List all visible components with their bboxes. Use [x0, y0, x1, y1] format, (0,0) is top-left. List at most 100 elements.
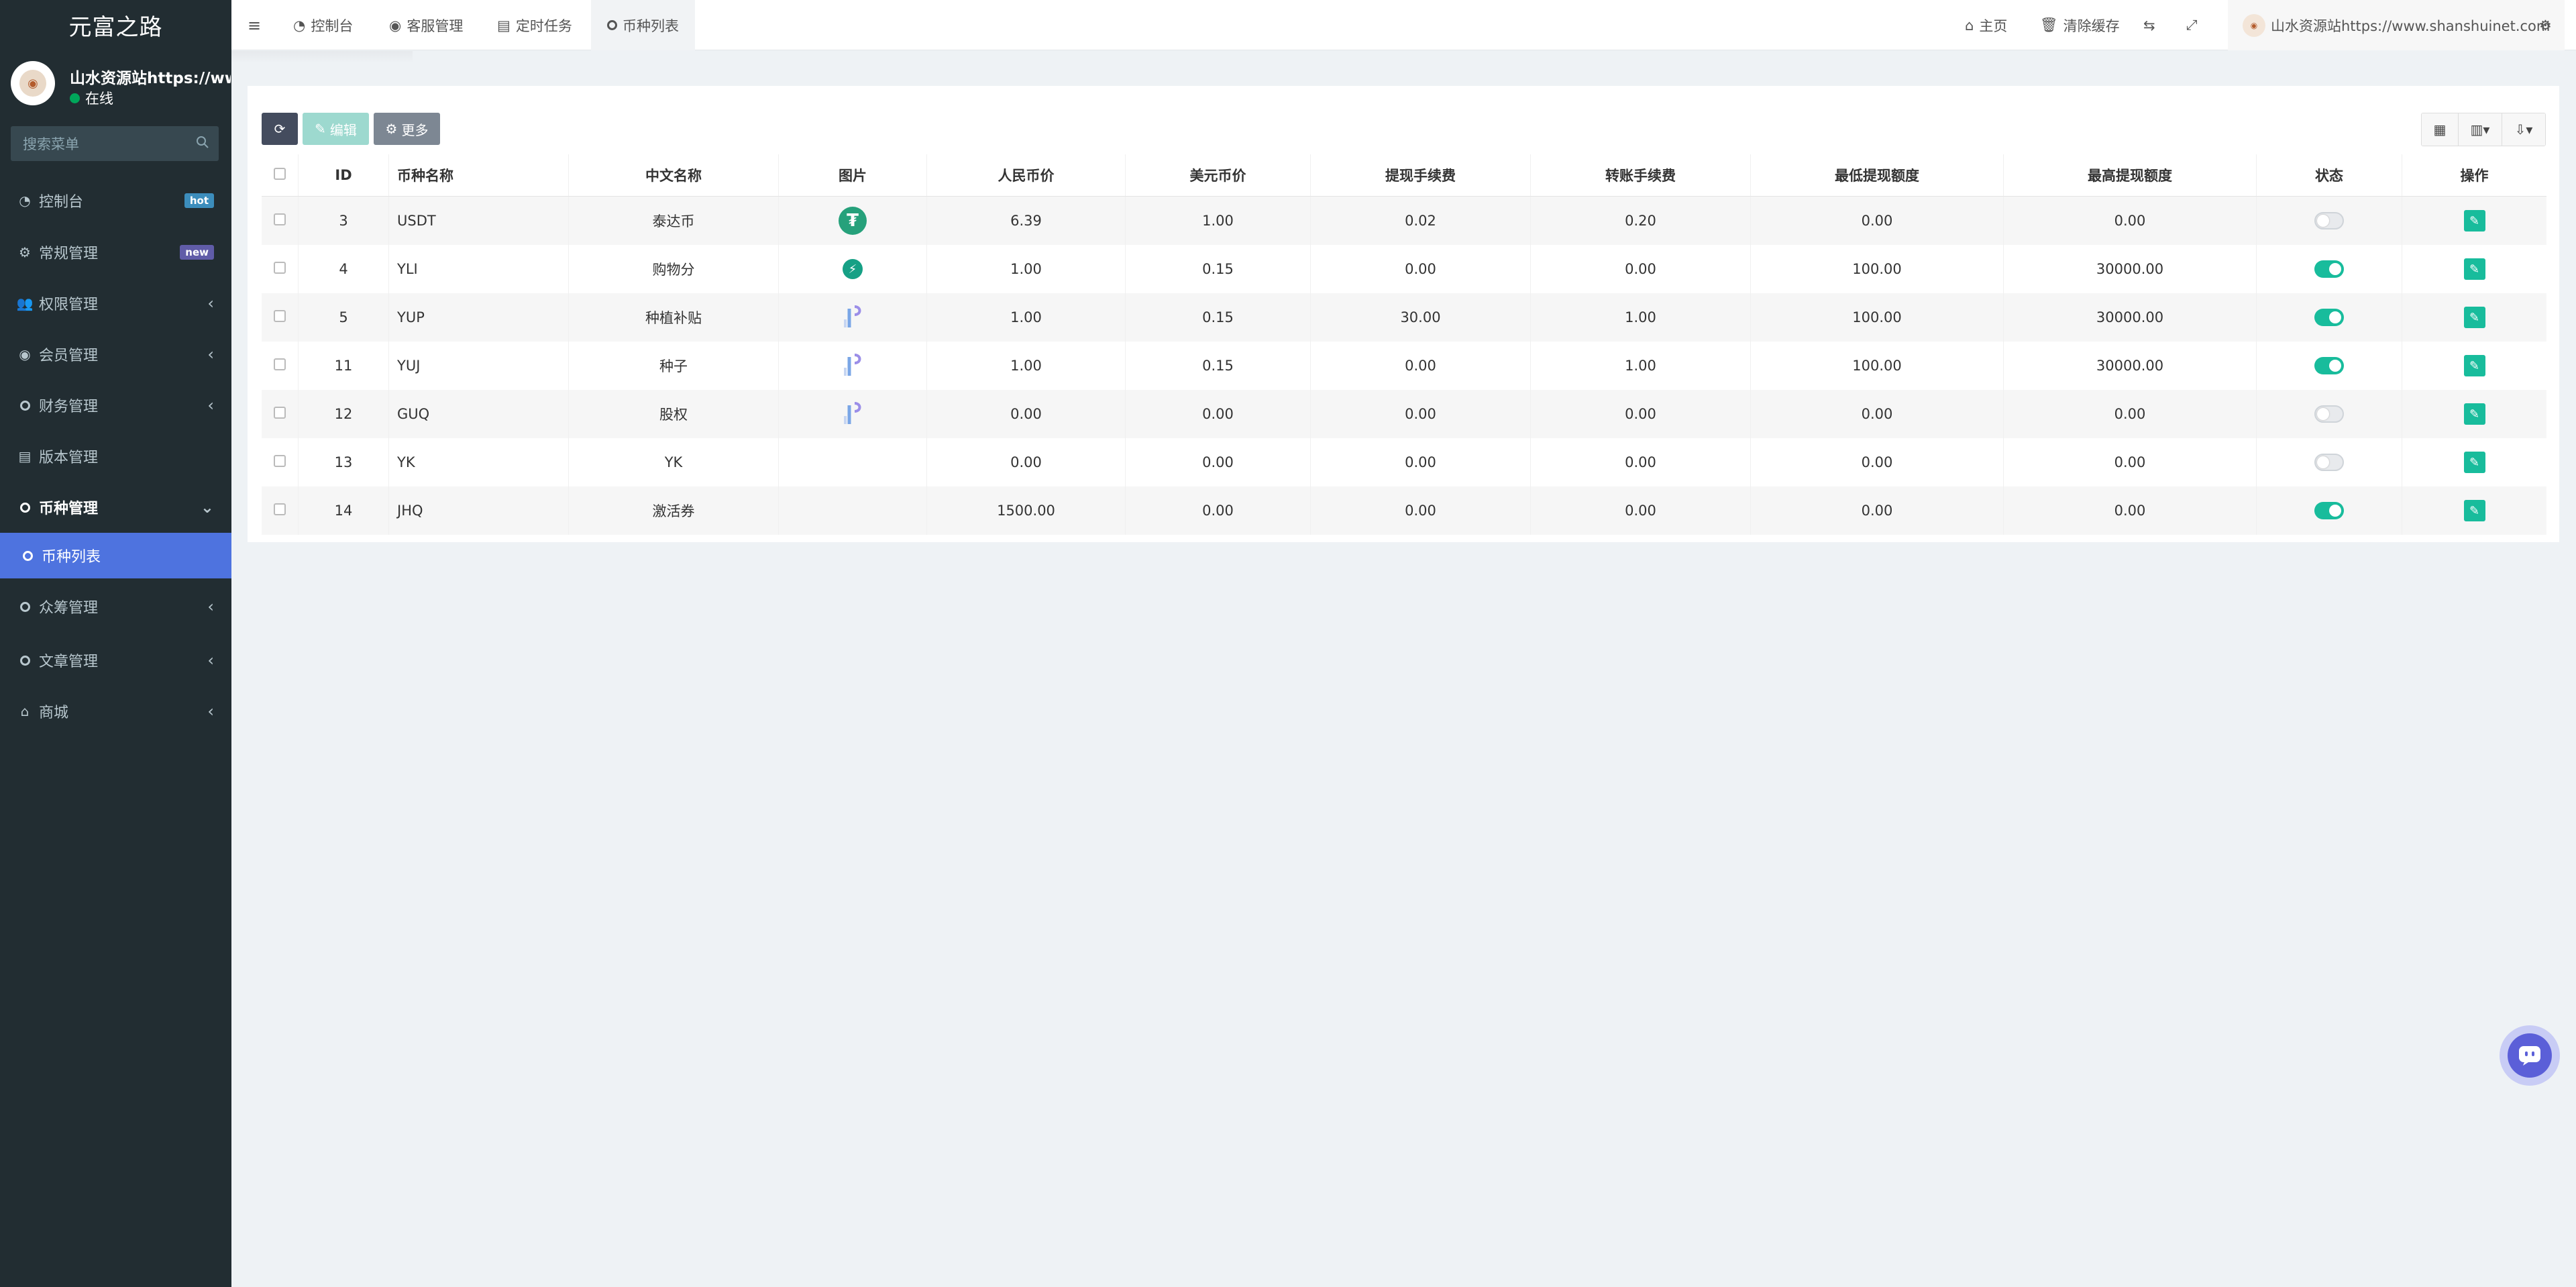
- table-row[interactable]: 4 YLI 购物分 ⚡ 1.00 0.15 0.00 0.00 100.00 30000.00 ✎: [262, 245, 2546, 293]
- search-icon[interactable]: [196, 136, 209, 152]
- cell-tfee: 0.00: [1530, 438, 1751, 486]
- refresh-button[interactable]: ⟳: [262, 113, 298, 145]
- edit-row-button[interactable]: ✎: [2463, 307, 2485, 328]
- row-checkbox[interactable]: [262, 245, 299, 293]
- table-header-row: ID 币种名称 中文名称 图片 人民币价 美元币价 提现手续费 转账手续费 最低…: [262, 154, 2546, 197]
- language-button[interactable]: ⇆: [2143, 0, 2155, 50]
- fullscreen-button[interactable]: ⤢: [2186, 0, 2198, 50]
- tab-label: 币种列表: [623, 17, 679, 34]
- status-toggle[interactable]: [2314, 454, 2344, 471]
- cell-min: 0.00: [1750, 390, 2004, 438]
- cell-status: [2256, 196, 2402, 245]
- sidebar-item-finance[interactable]: 财务管理 ‹: [0, 380, 231, 431]
- cell-max: 0.00: [2003, 196, 2257, 245]
- control-sidebar-button[interactable]: ⚙: [2539, 0, 2552, 50]
- table-row[interactable]: 14 JHQ 激活券 1500.00 0.00 0.00 0.00 0.00 0.00 ✎: [262, 486, 2546, 535]
- sidebar-menu: ◔ 控制台 hot ⚙ 常规管理 new 👥 权限管理 ‹ ◉ 会员管理 ‹ 财…: [0, 174, 231, 737]
- col-transfer-fee[interactable]: 转账手续费: [1530, 154, 1751, 197]
- columns-button[interactable]: ▥▾: [2458, 113, 2502, 146]
- table-row[interactable]: 5 YUP 种植补贴 1.00 0.15 30.00 1.00 100.00 30000.00 ✎: [262, 293, 2546, 342]
- cell-image: [778, 293, 927, 342]
- row-checkbox[interactable]: [262, 342, 299, 390]
- sidebar-item-dashboard[interactable]: ◔ 控制台 hot: [0, 174, 231, 227]
- status-toggle[interactable]: [2314, 212, 2344, 229]
- gear-icon: ⚙: [385, 121, 398, 137]
- user-menu-name: 山水资源站https://www.shanshuinet.com: [2271, 17, 2551, 34]
- tab-currency-list[interactable]: 币种列表: [591, 0, 695, 50]
- row-checkbox[interactable]: [262, 486, 299, 535]
- file-icon: ▤: [18, 448, 32, 464]
- cell-cny: 0.00: [926, 390, 1126, 438]
- status-toggle[interactable]: [2314, 260, 2344, 278]
- select-all-checkbox[interactable]: [262, 154, 299, 197]
- cell-cn: 种子: [568, 342, 779, 390]
- edit-row-button[interactable]: ✎: [2463, 452, 2485, 473]
- cell-usd: 1.00: [1125, 196, 1311, 245]
- table-row[interactable]: 13 YK YK 0.00 0.00 0.00 0.00 0.00 0.00 ✎: [262, 438, 2546, 486]
- row-checkbox[interactable]: [262, 390, 299, 438]
- table-row[interactable]: 12 GUQ 股权 0.00 0.00 0.00 0.00 0.00 0.00 ✎: [262, 390, 2546, 438]
- col-image[interactable]: 图片: [778, 154, 927, 197]
- row-checkbox[interactable]: [262, 293, 299, 342]
- app-logo[interactable]: 元富之路: [0, 0, 231, 50]
- tab-dashboard[interactable]: ◔ 控制台: [293, 0, 353, 50]
- col-status[interactable]: 状态: [2256, 154, 2402, 197]
- edit-row-button[interactable]: ✎: [2463, 258, 2485, 280]
- sidebar-item-currency[interactable]: 币种管理 ⌄: [0, 482, 231, 533]
- sidebar-toggle-button[interactable]: ≡: [248, 0, 261, 50]
- cell-name: USDT: [388, 196, 569, 245]
- chevron-left-icon: ‹: [207, 651, 214, 670]
- chat-icon: [2508, 1033, 2552, 1078]
- tab-scheduled-tasks[interactable]: ▤ 定时任务: [497, 0, 572, 50]
- table-row[interactable]: 3 USDT 泰达币 ₮ 6.39 1.00 0.02 0.20 0.00 0.00 ✎: [262, 196, 2546, 245]
- edit-button[interactable]: ✎ 编辑: [303, 113, 369, 145]
- row-checkbox[interactable]: [262, 196, 299, 245]
- user-menu[interactable]: ◉ 山水资源站https://www.shanshuinet.com: [2228, 0, 2565, 50]
- status-toggle[interactable]: [2314, 405, 2344, 423]
- col-name[interactable]: 币种名称: [388, 154, 569, 197]
- cell-wfee: 0.00: [1310, 486, 1531, 535]
- cell-image: ₮: [778, 196, 927, 245]
- tab-shadow: [231, 51, 413, 63]
- more-button[interactable]: ⚙ 更多: [374, 113, 440, 145]
- col-cn-name[interactable]: 中文名称: [568, 154, 779, 197]
- edit-row-button[interactable]: ✎: [2463, 210, 2485, 231]
- sidebar-item-general[interactable]: ⚙ 常规管理 new: [0, 227, 231, 278]
- p-logo-icon: [839, 352, 867, 380]
- toggle-view-button[interactable]: ▦: [2422, 113, 2458, 146]
- menu-search-input[interactable]: 搜索菜单: [11, 126, 219, 161]
- col-cny-price[interactable]: 人民币价: [926, 154, 1126, 197]
- clear-cache-button[interactable]: 🗑 清除缓存: [2040, 0, 2120, 50]
- chat-widget-button[interactable]: [2500, 1025, 2560, 1086]
- home-link[interactable]: ⌂ 主页: [1965, 0, 2007, 50]
- cell-cny: 1500.00: [926, 486, 1126, 535]
- edit-row-button[interactable]: ✎: [2463, 500, 2485, 521]
- col-max-withdraw[interactable]: 最高提现额度: [2003, 154, 2257, 197]
- row-checkbox[interactable]: [262, 438, 299, 486]
- user-name: 山水资源站https://www.shanshuinet.com: [70, 70, 231, 87]
- col-usd-price[interactable]: 美元币价: [1125, 154, 1311, 197]
- col-min-withdraw[interactable]: 最低提现额度: [1750, 154, 2004, 197]
- edit-row-button[interactable]: ✎: [2463, 355, 2485, 376]
- sidebar-item-currency-list[interactable]: 币种列表: [0, 533, 231, 578]
- col-withdraw-fee[interactable]: 提现手续费: [1310, 154, 1531, 197]
- sidebar-item-permissions[interactable]: 👥 权限管理 ‹: [0, 278, 231, 329]
- cell-wfee: 0.02: [1310, 196, 1531, 245]
- sidebar-item-mall[interactable]: ⌂ 商城 ‹: [0, 686, 231, 737]
- status-toggle[interactable]: [2314, 357, 2344, 374]
- export-button[interactable]: ⇩▾: [2502, 113, 2545, 146]
- edit-row-button[interactable]: ✎: [2463, 403, 2485, 425]
- cell-wfee: 0.00: [1310, 342, 1531, 390]
- chevron-left-icon: ‹: [207, 345, 214, 364]
- sidebar-item-members[interactable]: ◉ 会员管理 ‹: [0, 329, 231, 380]
- status-toggle[interactable]: [2314, 502, 2344, 519]
- cell-status: [2256, 390, 2402, 438]
- sidebar-item-versions[interactable]: ▤ 版本管理: [0, 431, 231, 482]
- status-toggle[interactable]: [2314, 309, 2344, 326]
- sidebar-item-crowdfunding[interactable]: 众筹管理 ‹: [0, 578, 231, 635]
- tab-customer-service[interactable]: ◉ 客服管理: [389, 0, 463, 50]
- col-id[interactable]: ID: [298, 154, 389, 197]
- cell-actions: ✎: [2402, 390, 2547, 438]
- sidebar-item-articles[interactable]: 文章管理 ‹: [0, 635, 231, 686]
- table-row[interactable]: 11 YUJ 种子 1.00 0.15 0.00 1.00 100.00 30000.00 ✎: [262, 342, 2546, 390]
